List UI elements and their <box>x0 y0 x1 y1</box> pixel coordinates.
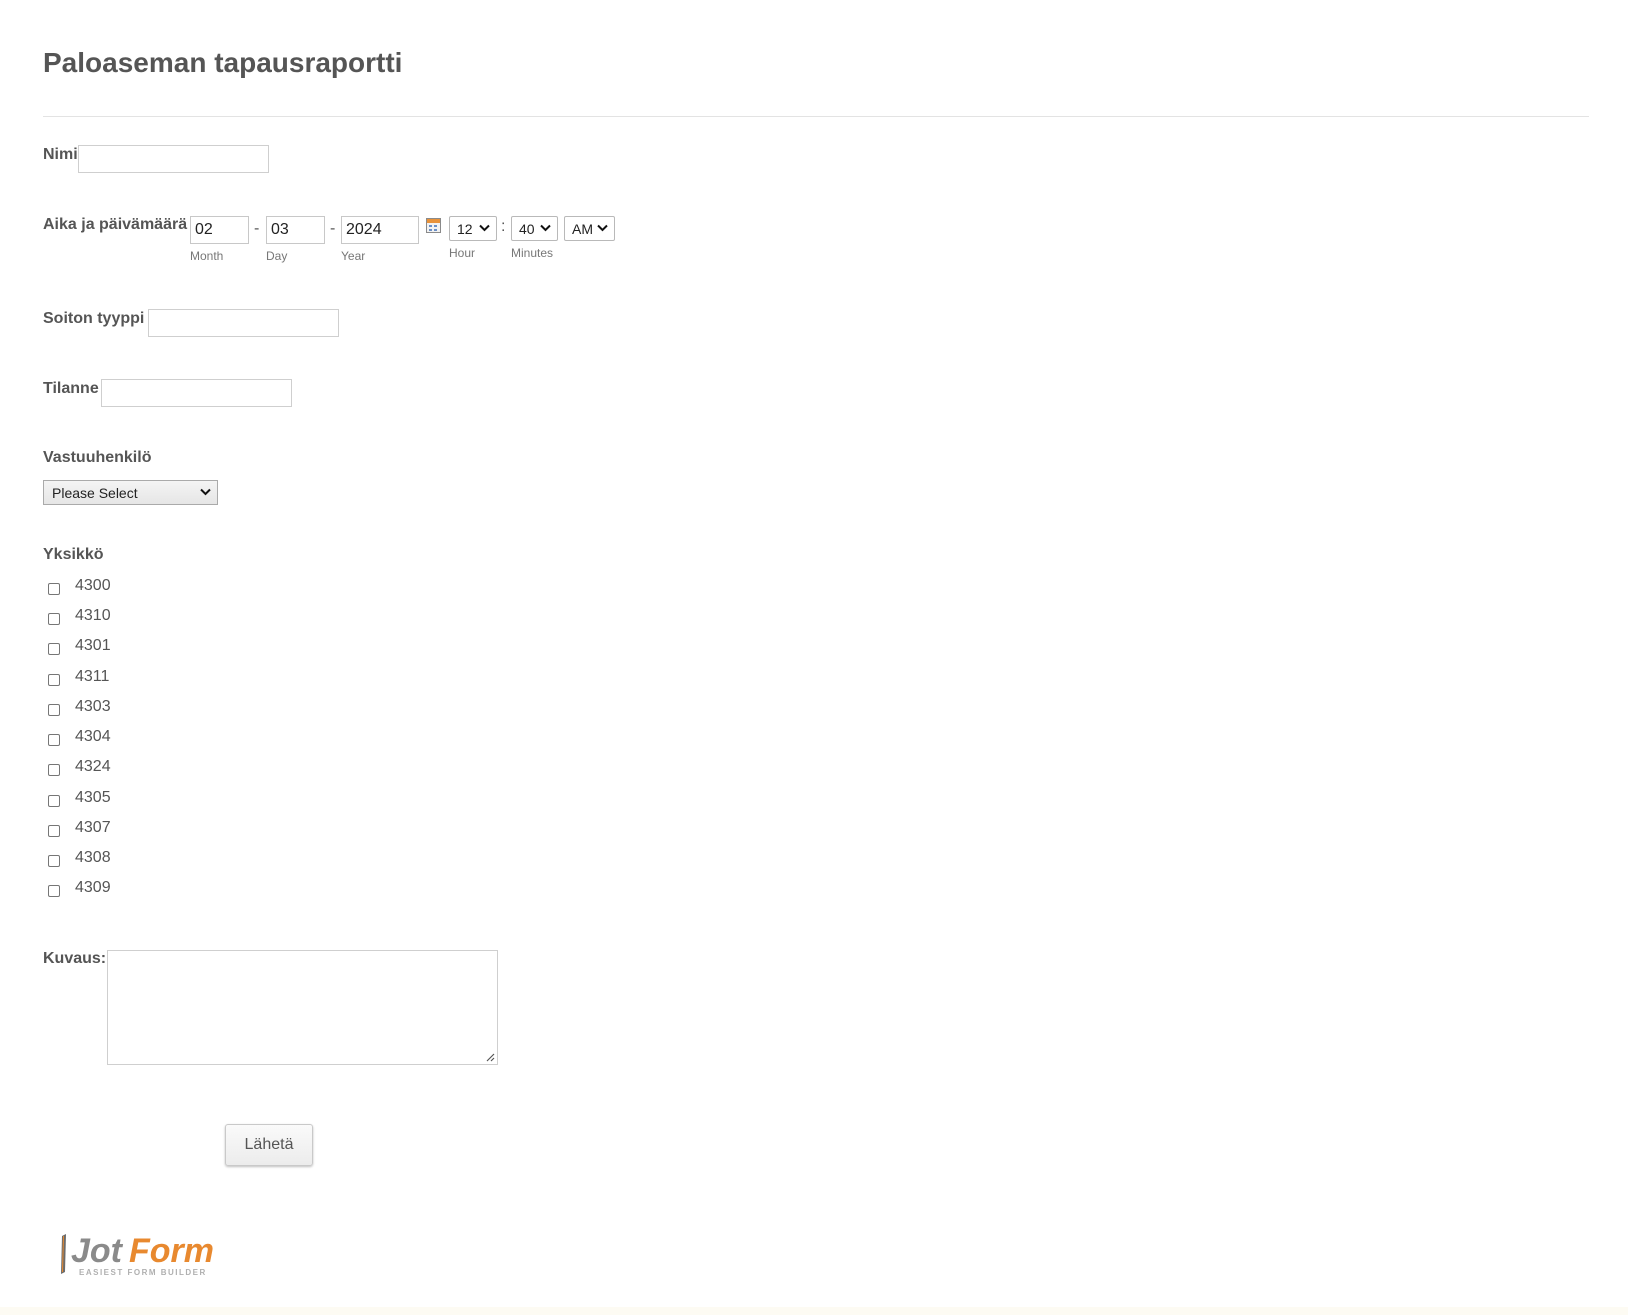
hour-value: 12 <box>457 220 473 237</box>
chevron-down-icon <box>200 488 211 496</box>
month-input[interactable] <box>190 216 249 244</box>
submit-button[interactable]: Lähetä <box>225 1124 313 1166</box>
checkbox[interactable] <box>48 704 60 716</box>
unit-option-label: 4307 <box>75 819 111 836</box>
checkbox[interactable] <box>48 885 60 897</box>
page-title: Paloaseman tapausraportti <box>43 47 403 78</box>
checkbox[interactable] <box>48 764 60 776</box>
unit-option[interactable]: 4307 <box>48 818 111 840</box>
month-sublabel: Month <box>190 249 224 263</box>
description-label: Kuvaus: <box>43 950 107 967</box>
unit-option[interactable]: 4324 <box>48 757 111 779</box>
unit-option-label: 4324 <box>75 758 111 775</box>
svg-text:Jot: Jot <box>71 1232 124 1270</box>
minutes-select[interactable]: 40 <box>511 216 558 241</box>
year-input[interactable] <box>341 216 419 244</box>
unit-option-label: 4303 <box>75 698 111 715</box>
ampm-select[interactable]: AM <box>564 216 615 241</box>
chevron-down-icon <box>479 224 490 232</box>
responsible-label: Vastuuhenkilö <box>43 449 152 466</box>
time-separator: : <box>501 218 506 235</box>
chevron-down-icon <box>597 224 608 232</box>
unit-label: Yksikkö <box>43 546 104 563</box>
unit-option[interactable]: 4311 <box>48 667 109 689</box>
name-input[interactable] <box>78 145 269 173</box>
checkbox[interactable] <box>48 583 60 595</box>
name-label: Nimi <box>43 146 78 163</box>
bottom-strip <box>0 1307 1628 1315</box>
unit-option-label: 4310 <box>75 607 111 624</box>
responsible-select[interactable]: Please Select <box>43 480 218 505</box>
unit-option-label: 4305 <box>75 789 111 806</box>
unit-option[interactable]: 4305 <box>48 788 111 810</box>
checkbox[interactable] <box>48 855 60 867</box>
resize-grip-icon[interactable] <box>485 1052 495 1062</box>
unit-option-label: 4301 <box>75 637 111 654</box>
day-input[interactable] <box>266 216 325 244</box>
unit-option[interactable]: 4309 <box>48 878 111 900</box>
status-input[interactable] <box>101 379 292 407</box>
unit-option-label: 4308 <box>75 849 111 866</box>
unit-option-label: 4309 <box>75 879 111 896</box>
title-divider <box>43 116 1589 117</box>
minutes-value: 40 <box>519 220 535 237</box>
chevron-down-icon <box>540 224 551 232</box>
unit-option[interactable]: 4310 <box>48 606 111 628</box>
checkbox[interactable] <box>48 674 60 686</box>
calendar-icon[interactable] <box>426 218 441 233</box>
responsible-selected-value: Please Select <box>52 484 138 501</box>
unit-option[interactable]: 4301 <box>48 636 111 658</box>
unit-option-label: 4304 <box>75 728 111 745</box>
checkbox[interactable] <box>48 795 60 807</box>
checkbox[interactable] <box>48 734 60 746</box>
status-label: Tilanne <box>43 380 99 397</box>
description-textarea[interactable] <box>107 950 498 1065</box>
jotform-logo[interactable]: Jot Form EASIEST FORM BUILDER <box>57 1228 227 1280</box>
unit-option-label: 4300 <box>75 577 111 594</box>
unit-option[interactable]: 4304 <box>48 727 111 749</box>
unit-option[interactable]: 4308 <box>48 848 111 870</box>
year-sublabel: Year <box>341 249 366 263</box>
svg-text:EASIEST FORM BUILDER: EASIEST FORM BUILDER <box>79 1268 207 1277</box>
call-type-label: Soiton tyyppi <box>43 310 145 327</box>
datetime-label: Aika ja päivämäärä <box>43 216 188 233</box>
date-separator: - <box>330 220 336 237</box>
checkbox[interactable] <box>48 613 60 625</box>
hour-sublabel: Hour <box>449 246 476 260</box>
ampm-value: AM <box>572 220 593 237</box>
checkbox[interactable] <box>48 643 60 655</box>
unit-option[interactable]: 4300 <box>48 576 111 598</box>
unit-option[interactable]: 4303 <box>48 697 111 719</box>
day-sublabel: Day <box>266 249 288 263</box>
checkbox[interactable] <box>48 825 60 837</box>
date-separator: - <box>254 220 260 237</box>
svg-text:Form: Form <box>129 1232 214 1270</box>
hour-select[interactable]: 12 <box>449 216 497 241</box>
minutes-sublabel: Minutes <box>511 246 554 260</box>
call-type-input[interactable] <box>148 309 339 337</box>
unit-option-label: 4311 <box>75 668 110 685</box>
